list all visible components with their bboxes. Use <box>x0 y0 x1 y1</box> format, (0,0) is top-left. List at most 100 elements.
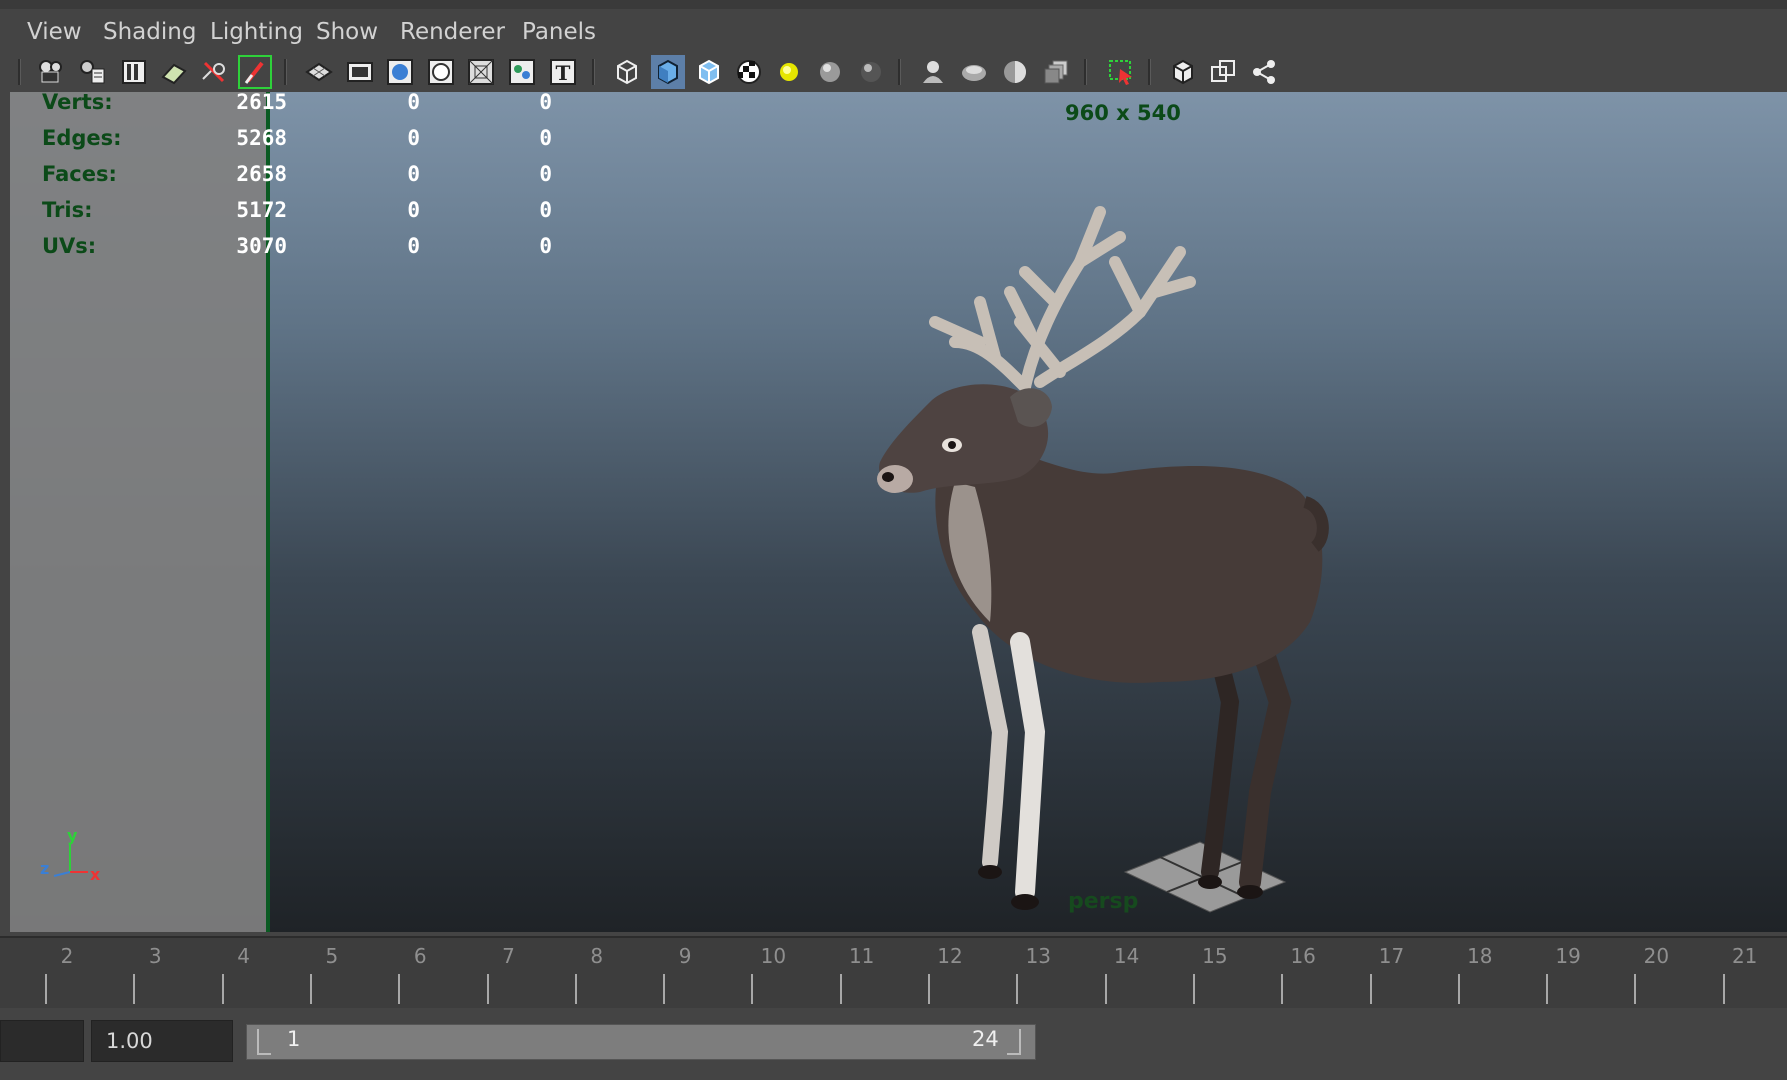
range-end-handle[interactable] <box>1007 1029 1021 1055</box>
smooth-shade-icon[interactable] <box>651 55 685 89</box>
menu-shading[interactable]: Shading <box>103 19 196 45</box>
hud-edges-total: 5268 <box>236 126 287 150</box>
wireframe-icon[interactable] <box>610 55 644 89</box>
hud-tris-selected: 0 <box>407 198 420 222</box>
view-axis-gizmo: y x z <box>40 826 101 884</box>
time-slider[interactable]: 2 3 4 5 6 7 8 9 10 11 12 13 14 15 16 17 18 19 20 21 <box>0 936 1787 1008</box>
xray-joints-icon[interactable] <box>1166 55 1200 89</box>
film-gate-icon[interactable] <box>343 55 377 89</box>
field-chart-icon[interactable] <box>464 55 498 89</box>
safe-action-icon[interactable] <box>505 55 539 89</box>
use-all-lights-icon[interactable] <box>772 55 806 89</box>
timeline-tick <box>45 974 47 1004</box>
hud-verts-selected: 0 <box>407 92 420 114</box>
hud-uvs-other: 0 <box>539 234 552 258</box>
timeline-tick <box>1016 974 1019 1004</box>
menu-lighting[interactable]: Lighting <box>210 19 303 45</box>
timeline-tick <box>1546 974 1549 1004</box>
wireframe-on-shaded-icon[interactable] <box>692 55 726 89</box>
share-graph-icon[interactable] <box>1247 55 1281 89</box>
3d-viewport[interactable]: Verts: Edges: Faces: Tris: UVs: 2615 526… <box>10 92 1787 932</box>
timeline-tick <box>221 974 224 1004</box>
multisample-aa-icon[interactable] <box>957 55 991 89</box>
xray-icon[interactable] <box>1104 55 1138 89</box>
range-slider-bar: 1.00 1 24 <box>0 1010 1787 1080</box>
timeline-frame-label: 7 <box>502 944 515 968</box>
xray-components-icon[interactable] <box>1206 55 1240 89</box>
hud-faces-total: 2658 <box>236 162 287 186</box>
timeline-tick <box>1104 974 1107 1004</box>
timeline-frame-label: 20 <box>1643 944 1670 968</box>
timeline-frame-label: 10 <box>760 944 787 968</box>
timeline-frame-label: 3 <box>148 944 162 968</box>
timeline-tick <box>574 974 577 1004</box>
timeline-tick <box>398 974 401 1004</box>
timeline-tick <box>663 974 666 1004</box>
playback-speed-field[interactable]: 1.00 <box>91 1020 233 1062</box>
timeline-tick <box>839 974 842 1004</box>
start-time-field[interactable] <box>0 1020 84 1062</box>
safe-title-icon[interactable]: T <box>546 55 580 89</box>
motion-blur-icon[interactable] <box>916 55 950 89</box>
hud-edges-selected: 0 <box>407 126 420 150</box>
grease-pencil-icon[interactable] <box>238 55 272 89</box>
hud-tris-other: 0 <box>539 198 552 222</box>
timeline-tick <box>486 974 489 1004</box>
grid-icon[interactable] <box>302 55 336 89</box>
hud-verts-total: 2615 <box>236 92 287 114</box>
2d-pan-zoom-icon[interactable] <box>197 55 231 89</box>
hud-label-uvs: UVs: <box>42 234 97 258</box>
range-start-label: 1 <box>287 1027 301 1051</box>
isolate-select-icon[interactable] <box>1039 55 1073 89</box>
menu-renderer[interactable]: Renderer <box>400 19 505 45</box>
timeline-frame-label: 2 <box>60 944 74 968</box>
timeline-tick <box>751 974 754 1004</box>
image-plane-icon[interactable] <box>157 55 191 89</box>
timeline-frame-label: 17 <box>1378 944 1405 968</box>
axis-x-label: x <box>90 865 101 884</box>
bookmarks-icon[interactable] <box>117 55 151 89</box>
timeline-frame-label: 21 <box>1731 944 1758 968</box>
timeline-tick <box>1634 974 1637 1004</box>
hud-tris-total: 5172 <box>236 198 287 222</box>
shadows-icon[interactable] <box>813 55 847 89</box>
toolbar-separator <box>1084 59 1087 85</box>
hud-label-edges: Edges: <box>42 126 122 150</box>
timeline-tick <box>1281 974 1284 1004</box>
camera-attributes-icon[interactable] <box>75 55 109 89</box>
resolution-readout: 960 x 540 <box>1065 101 1181 125</box>
range-start-handle[interactable] <box>257 1029 271 1055</box>
toolbar-separator <box>18 59 21 85</box>
textured-icon[interactable] <box>732 55 766 89</box>
camera-select-icon[interactable] <box>34 55 68 89</box>
timeline-frame-label: 15 <box>1202 944 1228 968</box>
range-end-label: 24 <box>972 1027 999 1051</box>
deer-3d-model[interactable] <box>780 192 1360 932</box>
timeline-frame-label: 12 <box>937 944 963 968</box>
gate-mask-icon[interactable] <box>424 55 458 89</box>
hud-label-tris: Tris: <box>42 198 93 222</box>
range-slider[interactable]: 1 24 <box>246 1024 1036 1060</box>
screen-space-ao-icon[interactable] <box>854 55 888 89</box>
antlers <box>929 206 1196 393</box>
hud-uvs-total: 3070 <box>236 234 287 258</box>
depth-of-field-icon[interactable] <box>998 55 1032 89</box>
menu-view[interactable]: View <box>27 19 82 45</box>
hud-verts-other: 0 <box>539 92 552 114</box>
timeline-frame-label: 19 <box>1555 944 1581 968</box>
hud-uvs-selected: 0 <box>407 234 420 258</box>
axis-y-label: y <box>67 826 78 845</box>
timeline-tick <box>1722 974 1725 1004</box>
hud-label-verts: Verts: <box>42 92 113 114</box>
timeline-frame-label: 14 <box>1113 944 1140 968</box>
timeline-tick <box>309 974 312 1004</box>
timeline-tick <box>928 974 930 1004</box>
timeline-frame-label: 6 <box>413 944 427 968</box>
deer-front-leg-far <box>972 624 1009 870</box>
timeline-frame-label: 13 <box>1025 944 1052 968</box>
resolution-gate-icon[interactable] <box>383 55 417 89</box>
menu-panels[interactable]: Panels <box>522 19 596 45</box>
timeline-frame-label: 16 <box>1290 944 1316 968</box>
viewport-menu-bar: View Shading Lighting Show Renderer Pane… <box>0 0 1787 56</box>
menu-show[interactable]: Show <box>316 19 378 45</box>
